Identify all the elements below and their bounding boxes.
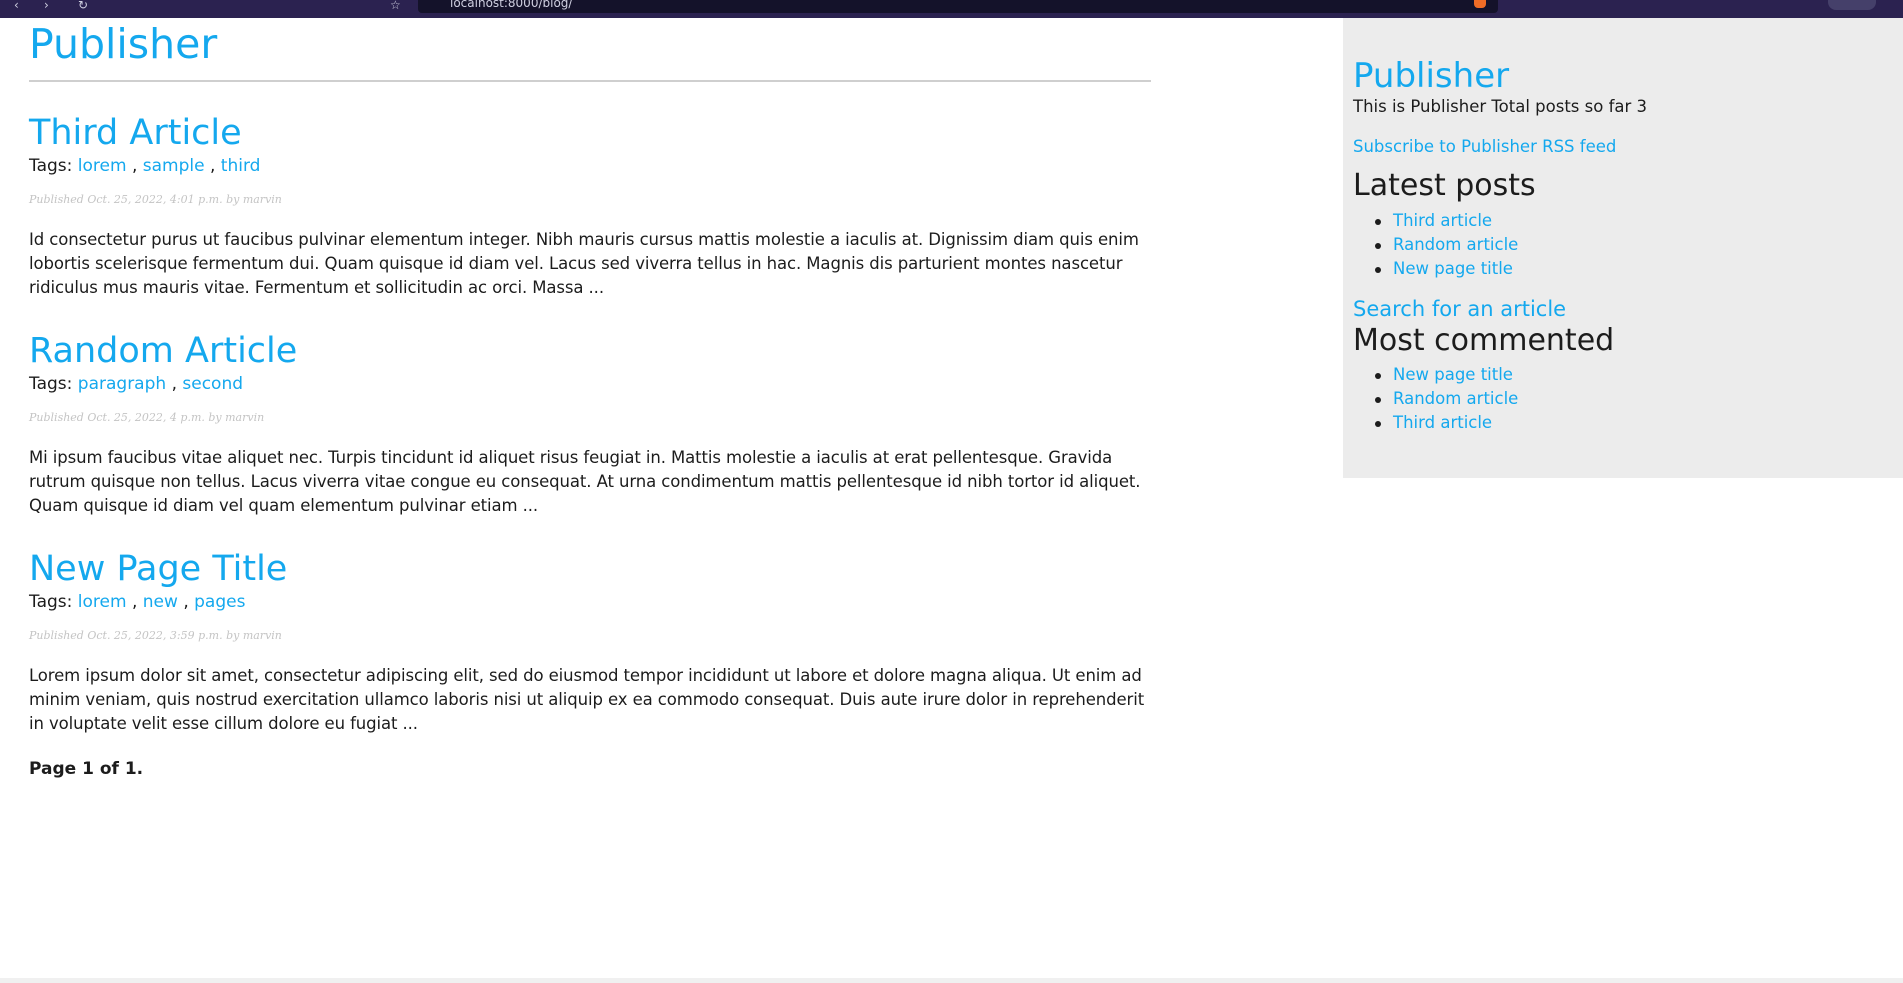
article-tags: Tags: lorem , sample , third (29, 155, 1151, 177)
latest-posts-list: Third article Random article New page ti… (1375, 209, 1903, 281)
article-excerpt: Id consectetur purus ut faucibus pulvina… (29, 230, 1139, 297)
tag-link[interactable]: sample (143, 156, 205, 176)
latest-posts-heading: Latest posts (1353, 168, 1536, 203)
site-title[interactable]: Publisher (29, 19, 1151, 69)
tag-link[interactable]: lorem (78, 592, 127, 612)
tag-link[interactable]: paragraph (78, 374, 166, 394)
page-bottom-divider (0, 978, 1903, 983)
back-icon[interactable]: ‹ (14, 0, 19, 12)
article-card: Random Article Tags: paragraph , second … (29, 330, 1151, 518)
article-excerpt: Lorem ipsum dolor sit amet, consectetur … (29, 666, 1145, 733)
profile-pill[interactable] (1828, 0, 1876, 10)
article-meta: Published Oct. 25, 2022, 4 p.m. by marvi… (29, 411, 265, 424)
article-tags: Tags: paragraph , second (29, 373, 1151, 395)
article-title-link[interactable]: Random Article (29, 330, 1151, 372)
latest-post-link[interactable]: Random article (1393, 235, 1518, 254)
tag-link[interactable]: pages (194, 592, 245, 612)
list-item: New page title (1375, 257, 1903, 281)
latest-post-link[interactable]: New page title (1393, 259, 1513, 278)
brave-shield-icon[interactable] (1474, 0, 1486, 8)
tag-link[interactable]: lorem (78, 156, 127, 176)
article-meta: Published Oct. 25, 2022, 4:01 p.m. by ma… (29, 193, 282, 206)
tag-separator: , (183, 592, 189, 612)
tags-label: Tags: (29, 592, 73, 612)
tag-separator: , (171, 374, 177, 394)
article-meta: Published Oct. 25, 2022, 3:59 p.m. by ma… (29, 629, 282, 642)
article-card: Third Article Tags: lorem , sample , thi… (29, 112, 1151, 300)
bookmark-icon[interactable]: ☆ (390, 0, 401, 12)
tag-separator: , (131, 592, 138, 612)
reload-icon[interactable]: ↻ (78, 0, 88, 12)
article-card: New Page Title Tags: lorem , new , pages… (29, 548, 1151, 736)
address-bar-url[interactable]: localhost:8000/blog/ (450, 0, 572, 10)
browser-toolbar: ‹ › ↻ ☆ localhost:8000/blog/ (0, 0, 1903, 18)
pagination-status: Page 1 of 1. (29, 759, 144, 779)
list-item: Third article (1375, 411, 1903, 435)
most-commented-link[interactable]: New page title (1393, 365, 1513, 384)
article-tags: Tags: lorem , new , pages (29, 591, 1151, 613)
article-title-link[interactable]: Third Article (29, 112, 1151, 154)
rss-feed-link[interactable]: Subscribe to Publisher RSS feed (1353, 136, 1903, 158)
tags-label: Tags: (29, 156, 73, 176)
address-bar[interactable] (418, 0, 1498, 13)
tag-link[interactable]: third (221, 156, 261, 176)
tag-link[interactable]: new (143, 592, 178, 612)
most-commented-heading: Most commented (1353, 323, 1615, 358)
search-article-link[interactable]: Search for an article (1353, 295, 1903, 323)
most-commented-link[interactable]: Random article (1393, 389, 1518, 408)
sidebar-description: This is Publisher Total posts so far 3 (1353, 97, 1648, 116)
sidebar: Publisher This is Publisher Total posts … (1343, 18, 1903, 478)
list-item: Random article (1375, 387, 1903, 411)
list-item: New page title (1375, 363, 1903, 387)
article-excerpt: Mi ipsum faucibus vitae aliquet nec. Tur… (29, 448, 1141, 515)
title-divider (29, 80, 1151, 82)
sidebar-title[interactable]: Publisher (1353, 56, 1903, 96)
list-item: Third article (1375, 209, 1903, 233)
forward-icon[interactable]: › (44, 0, 49, 12)
tags-label: Tags: (29, 374, 73, 394)
tag-link[interactable]: second (182, 374, 243, 394)
tag-separator: , (209, 156, 216, 176)
list-item: Random article (1375, 233, 1903, 257)
article-title-link[interactable]: New Page Title (29, 548, 1151, 590)
most-commented-list: New page title Random article Third arti… (1375, 363, 1903, 435)
most-commented-link[interactable]: Third article (1393, 413, 1492, 432)
tag-separator: , (131, 156, 138, 176)
latest-post-link[interactable]: Third article (1393, 211, 1492, 230)
main-content: Publisher Third Article Tags: lorem , sa… (29, 18, 1151, 736)
